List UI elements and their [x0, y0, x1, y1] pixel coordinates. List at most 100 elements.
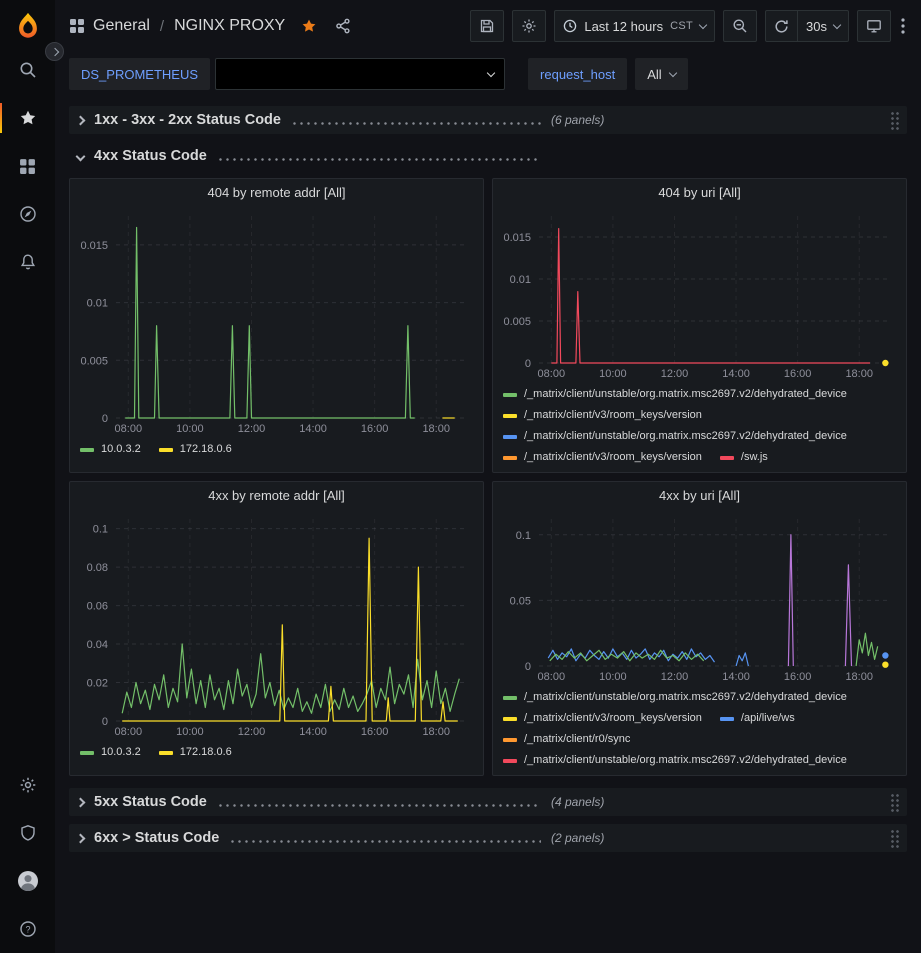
legend-item[interactable]: /sw.js [720, 447, 768, 468]
svg-text:18:00: 18:00 [845, 368, 873, 380]
top-navbar: General / NGINX PROXY [55, 0, 921, 52]
sidebar-item-alerting[interactable] [0, 238, 55, 286]
legend-item[interactable]: 10.0.3.2 [80, 439, 141, 460]
svg-text:10:00: 10:00 [176, 726, 204, 738]
legend-item[interactable]: 172.18.0.6 [159, 742, 232, 763]
breadcrumb-title[interactable]: NGINX PROXY [174, 17, 285, 35]
zoom-out-button[interactable] [723, 10, 757, 42]
legend-item[interactable]: 10.0.3.2 [80, 742, 141, 763]
grafana-logo[interactable] [0, 0, 55, 46]
sidebar-item-dashboards[interactable] [0, 142, 55, 190]
legend-swatch [503, 435, 517, 439]
explore-compass-icon [19, 205, 37, 223]
save-dashboard-button[interactable] [470, 10, 504, 42]
panel-chart[interactable]: 08:0010:0012:0014:0016:0018:0000.020.040… [70, 509, 483, 739]
row-title: 5xx Status Code [94, 794, 207, 810]
svg-text:10:00: 10:00 [176, 423, 204, 435]
svg-text:0.015: 0.015 [503, 232, 531, 244]
row-panel-count: (4 panels) [551, 795, 604, 809]
share-icon[interactable] [335, 18, 351, 34]
legend-item[interactable]: 172.18.0.6 [159, 439, 232, 460]
svg-text:0: 0 [525, 661, 531, 673]
svg-text:0.06: 0.06 [87, 601, 108, 613]
svg-text:10:00: 10:00 [599, 671, 627, 683]
sidebar-item-starred[interactable] [0, 94, 55, 142]
tv-mode-icon [866, 18, 882, 34]
panel-chart[interactable]: 08:0010:0012:0014:0016:0018:0000.050.1 [493, 509, 906, 684]
time-range-picker[interactable]: Last 12 hours CST [554, 10, 715, 42]
row-drag-handle[interactable] [890, 793, 899, 812]
breadcrumb-section[interactable]: General [93, 17, 150, 35]
row-drag-handle[interactable] [890, 829, 899, 848]
legend-item[interactable]: /_matrix/client/unstable/org.matrix.msc2… [503, 384, 847, 405]
sidebar-item-help[interactable]: ? [0, 905, 55, 953]
svg-text:0.005: 0.005 [503, 316, 531, 328]
sidebar-item-server-admin[interactable] [0, 809, 55, 857]
chevron-down-icon [699, 20, 707, 28]
row-leader-dots [217, 804, 541, 807]
legend-swatch [720, 456, 734, 460]
svg-text:14:00: 14:00 [299, 726, 327, 738]
row-panel-count: (6 panels) [551, 113, 604, 127]
legend-label: 172.18.0.6 [180, 439, 232, 460]
panel-title[interactable]: 404 by remote addr [All] [70, 179, 483, 206]
row-header-1xx-3xx-2xx[interactable]: 1xx - 3xx - 2xx Status Code (6 panels) [69, 106, 907, 134]
legend-item[interactable]: /_matrix/client/v3/room_keys/version [503, 708, 702, 729]
row-header-6xx[interactable]: 6xx > Status Code (2 panels) [69, 824, 907, 852]
svg-text:12:00: 12:00 [661, 671, 689, 683]
legend-item[interactable]: /api/live/ws [720, 708, 795, 729]
sidebar-item-explore[interactable] [0, 190, 55, 238]
datasource-variable-label[interactable]: DS_PROMETHEUS [69, 58, 210, 90]
panel-chart[interactable]: 08:0010:0012:0014:0016:0018:0000.0050.01… [70, 206, 483, 436]
favorite-star-icon[interactable] [301, 18, 317, 34]
legend-swatch [503, 414, 517, 418]
legend-item[interactable]: /_matrix/client/unstable/org.matrix.msc2… [503, 687, 847, 708]
refresh-button[interactable] [765, 10, 798, 42]
panel-title[interactable]: 4xx by uri [All] [493, 482, 906, 509]
row-title-group: 6xx > Status Code [71, 830, 549, 846]
row-title: 1xx - 3xx - 2xx Status Code [94, 112, 281, 128]
dashboard-variables-bar: DS_PROMETHEUS request_host All [55, 52, 921, 96]
panel-chart[interactable]: 08:0010:0012:0014:0016:0018:0000.0050.01… [493, 206, 906, 381]
sidebar-item-profile[interactable] [0, 857, 55, 905]
panel-title[interactable]: 4xx by remote addr [All] [70, 482, 483, 509]
refresh-interval-picker[interactable]: 30s [798, 10, 849, 42]
panel-title[interactable]: 404 by uri [All] [493, 179, 906, 206]
kebab-menu-icon[interactable] [899, 18, 907, 34]
refresh-interval-label: 30s [806, 19, 827, 34]
svg-text:18:00: 18:00 [422, 423, 450, 435]
request-host-variable-select[interactable]: All [635, 58, 687, 90]
panel-4xx-by-uri: 4xx by uri [All] 08:0010:0012:0014:0016:… [492, 481, 907, 776]
legend-label: 172.18.0.6 [180, 742, 232, 763]
sidebar-expand-button[interactable] [45, 42, 64, 61]
request-host-variable-label[interactable]: request_host [528, 58, 627, 90]
legend-label: /_matrix/client/v3/room_keys/version [524, 708, 702, 729]
svg-text:?: ? [25, 924, 30, 934]
tv-mode-button[interactable] [857, 10, 891, 42]
legend-item[interactable]: /_matrix/client/unstable/org.matrix.msc2… [503, 750, 847, 771]
dashboard-toolbar: Last 12 hours CST 30s [470, 10, 907, 42]
dashboards-grid-icon [19, 158, 36, 175]
row-header-4xx[interactable]: 4xx Status Code [69, 142, 907, 170]
panel-grid: 404 by remote addr [All] 08:0010:0012:00… [69, 178, 907, 776]
legend-item[interactable]: /_matrix/client/v3/room_keys/version [503, 447, 702, 468]
svg-text:16:00: 16:00 [784, 671, 812, 683]
row-leader-dots [229, 840, 541, 843]
breadcrumb-divider: / [160, 18, 164, 35]
sidebar-item-configuration[interactable] [0, 761, 55, 809]
legend-item[interactable]: /_matrix/client/unstable/org.matrix.msc2… [503, 426, 847, 447]
legend-swatch [159, 448, 173, 452]
dashboard-settings-button[interactable] [512, 10, 546, 42]
row-drag-handle[interactable] [890, 111, 899, 130]
svg-text:0: 0 [102, 413, 108, 425]
svg-text:14:00: 14:00 [299, 423, 327, 435]
legend-item[interactable]: /_matrix/client/v3/room_keys/version [503, 405, 702, 426]
svg-text:0: 0 [102, 716, 108, 728]
apps-grid-icon[interactable] [69, 18, 85, 34]
legend-item[interactable]: /_matrix/client/r0/sync [503, 729, 630, 750]
row-header-5xx[interactable]: 5xx Status Code (4 panels) [69, 788, 907, 816]
search-icon [19, 61, 37, 79]
row-leader-dots [217, 158, 541, 161]
svg-text:14:00: 14:00 [722, 671, 750, 683]
host-variable-select[interactable] [215, 58, 505, 90]
